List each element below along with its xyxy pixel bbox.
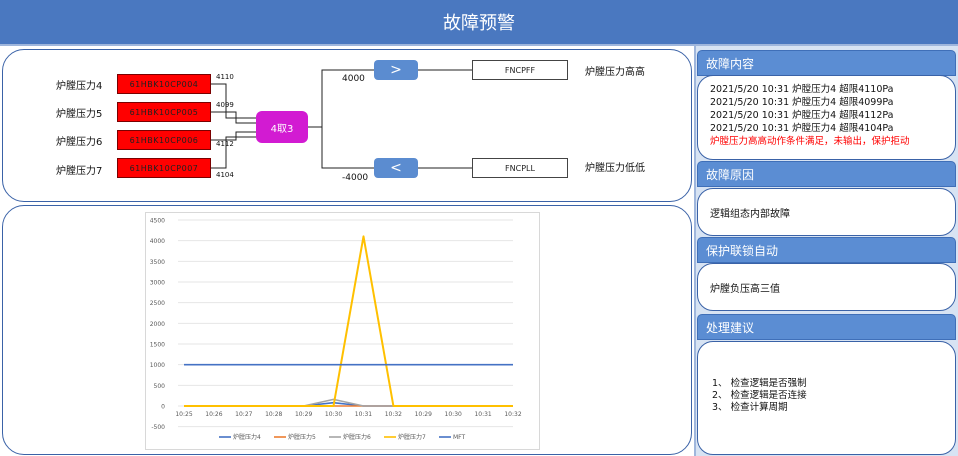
section-header-cause[interactable]: 故障原因 [697, 161, 956, 187]
fault-line-4: 2021/5/20 10:31 炉膛压力4 超限4104Pa [710, 123, 894, 134]
input-tag-4[interactable]: 61HBK10CP007 [117, 158, 211, 178]
input-tag-2[interactable]: 61HBK10CP005 [117, 102, 211, 122]
input-value-1: 4110 [216, 73, 234, 81]
chart-frame [145, 212, 540, 450]
advice-item-2: 2、 检查逻辑是否连接 [712, 390, 807, 401]
advice-box: 1、 检查逻辑是否强制 2、 检查逻辑是否连接 3、 检查计算周期 [697, 341, 956, 455]
input-label-3: 炉膛压力6 [56, 137, 103, 148]
fault-cause-box: 逻辑组态内部故障 [697, 188, 956, 236]
fault-cause-text: 逻辑组态内部故障 [710, 208, 790, 220]
less-than-comparator[interactable]: < [374, 158, 418, 178]
output-label-low: 炉膛压力低低 [585, 163, 645, 174]
fault-line-1: 2021/5/20 10:31 炉膛压力4 超限4110Pa [710, 84, 894, 95]
output-fncpll[interactable]: FNCPLL [472, 158, 568, 178]
input-value-3: 4112 [216, 140, 234, 148]
fault-content-box: 2021/5/20 10:31 炉膛压力4 超限4110Pa 2021/5/20… [697, 75, 956, 160]
section-header-interlock[interactable]: 保护联锁自动 [697, 237, 956, 263]
advice-item-3: 3、 检查计算周期 [712, 402, 788, 413]
output-fncpff[interactable]: FNCPFF [472, 60, 568, 80]
input-tag-3[interactable]: 61HBK10CP006 [117, 130, 211, 150]
input-label-1: 炉膛压力4 [56, 81, 103, 92]
section-header-content[interactable]: 故障内容 [697, 50, 956, 76]
input-label-2: 炉膛压力5 [56, 109, 103, 120]
interlock-box: 炉膛负压高三值 [697, 263, 956, 311]
fault-line-3: 2021/5/20 10:31 炉膛压力4 超限4112Pa [710, 110, 894, 121]
input-label-4: 炉膛压力7 [56, 166, 103, 177]
section-header-advice[interactable]: 处理建议 [697, 314, 956, 340]
input-tag-1[interactable]: 61HBK10CP004 [117, 74, 211, 94]
low-threshold: -4000 [342, 173, 369, 183]
high-threshold: 4000 [342, 74, 365, 84]
fault-line-2: 2021/5/20 10:31 炉膛压力4 超限4099Pa [710, 97, 894, 108]
output-label-high: 炉膛压力高高 [585, 67, 645, 78]
interlock-text: 炉膛负压高三值 [710, 283, 780, 295]
fault-alarm-text: 炉膛压力高高动作条件满足，未输出，保护拒动 [710, 136, 910, 147]
greater-than-comparator[interactable]: > [374, 60, 418, 80]
advice-item-1: 1、 检查逻辑是否强制 [712, 378, 807, 389]
vote-2oo3-block[interactable]: 4取3 [256, 111, 308, 143]
input-value-2: 4099 [216, 101, 234, 109]
input-value-4: 4104 [216, 171, 234, 179]
